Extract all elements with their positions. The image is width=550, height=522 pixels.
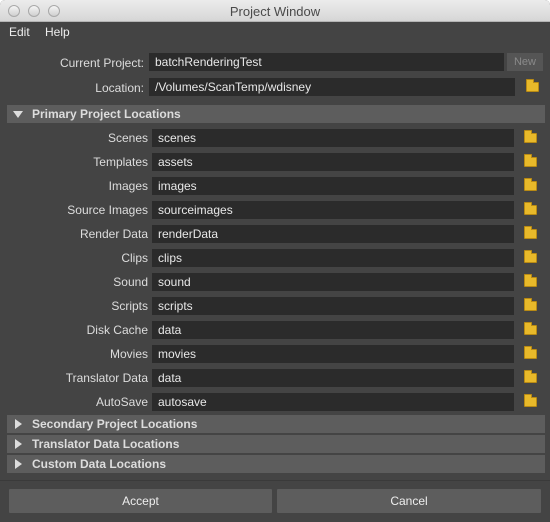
divider (0, 480, 550, 481)
location-label-templates: Templates (93, 155, 148, 169)
location-field-clips[interactable]: clips (152, 249, 514, 267)
location-label-images: Images (108, 179, 148, 193)
folder-icon (524, 154, 537, 167)
location-label-autosave: AutoSave (95, 395, 148, 409)
location-label-render-data: Render Data (79, 227, 148, 241)
folder-icon (524, 250, 537, 263)
location-field-sound[interactable]: sound (152, 273, 514, 291)
project-window: Project Window Edit Help Current Project… (0, 0, 550, 522)
location-field-movies[interactable]: movies (152, 345, 514, 363)
folder-icon (524, 202, 537, 215)
browse-button-scripts[interactable] (522, 297, 540, 315)
location-label: Location: (95, 81, 144, 95)
location-field-disk-cache[interactable]: data (152, 321, 514, 339)
location-label-scripts: Scripts (111, 299, 148, 313)
collapsed-triangle-icon (15, 439, 22, 449)
browse-button-templates[interactable] (522, 153, 540, 171)
menu-help[interactable]: Help (45, 25, 70, 39)
folder-icon (524, 226, 537, 239)
expanded-triangle-icon (13, 111, 23, 118)
browse-button-autosave[interactable] (522, 393, 540, 411)
location-field-autosave[interactable]: autosave (152, 393, 514, 411)
section-custom-data-locations[interactable]: Custom Data Locations (7, 455, 545, 473)
location-field-translator-data[interactable]: data (152, 369, 514, 387)
location-field-scenes[interactable]: scenes (152, 129, 514, 147)
accept-button[interactable]: Accept (9, 489, 272, 513)
cancel-button[interactable]: Cancel (277, 489, 541, 513)
collapsed-triangle-icon (15, 419, 22, 429)
section-translator-data-locations[interactable]: Translator Data Locations (7, 435, 545, 453)
location-label-movies: Movies (109, 347, 148, 361)
section-primary-label: Primary Project Locations (32, 107, 181, 121)
browse-button-disk-cache[interactable] (522, 321, 540, 339)
location-field-render-data[interactable]: renderData (152, 225, 514, 243)
section-primary-project-locations[interactable]: Primary Project Locations (7, 105, 545, 123)
location-label-disk-cache: Disk Cache (86, 323, 148, 337)
section-custom-label: Custom Data Locations (32, 457, 167, 471)
folder-icon (524, 394, 537, 407)
browse-button-sound[interactable] (522, 273, 540, 291)
folder-icon (524, 346, 537, 359)
location-label-clips: Clips (121, 251, 148, 265)
menu-bar: Edit Help (0, 22, 550, 42)
current-project-field[interactable]: batchRenderingTest (149, 53, 504, 71)
browse-button-render-data[interactable] (522, 225, 540, 243)
location-field-source-images[interactable]: sourceimages (152, 201, 514, 219)
browse-button-source-images[interactable] (522, 201, 540, 219)
folder-icon (524, 130, 537, 143)
browse-button-movies[interactable] (522, 345, 540, 363)
new-project-button[interactable]: New (507, 53, 543, 71)
folder-icon (524, 178, 537, 191)
browse-button-clips[interactable] (522, 249, 540, 267)
location-browse-button[interactable] (524, 78, 542, 96)
location-field-images[interactable]: images (152, 177, 514, 195)
location-field-scripts[interactable]: scripts (152, 297, 514, 315)
section-translator-label: Translator Data Locations (32, 437, 180, 451)
location-label-sound: Sound (113, 275, 148, 289)
browse-button-translator-data[interactable] (522, 369, 540, 387)
browse-button-scenes[interactable] (522, 129, 540, 147)
collapsed-triangle-icon (15, 459, 22, 469)
section-secondary-project-locations[interactable]: Secondary Project Locations (7, 415, 545, 433)
folder-icon (526, 79, 539, 92)
menu-edit[interactable]: Edit (9, 25, 30, 39)
current-project-label: Current Project: (59, 56, 144, 70)
location-label-source-images: Source Images (67, 203, 148, 217)
browse-button-images[interactable] (522, 177, 540, 195)
location-field-templates[interactable]: assets (152, 153, 514, 171)
location-field[interactable]: /Volumes/ScanTemp/wdisney (149, 78, 515, 96)
title-bar: Project Window (0, 0, 550, 22)
folder-icon (524, 298, 537, 311)
folder-icon (524, 322, 537, 335)
folder-icon (524, 370, 537, 383)
window-title: Project Window (229, 4, 321, 19)
location-label-translator-data: Translator Data (65, 371, 148, 385)
folder-icon (524, 274, 537, 287)
section-secondary-label: Secondary Project Locations (32, 417, 198, 431)
location-label-scenes: Scenes (107, 131, 148, 145)
